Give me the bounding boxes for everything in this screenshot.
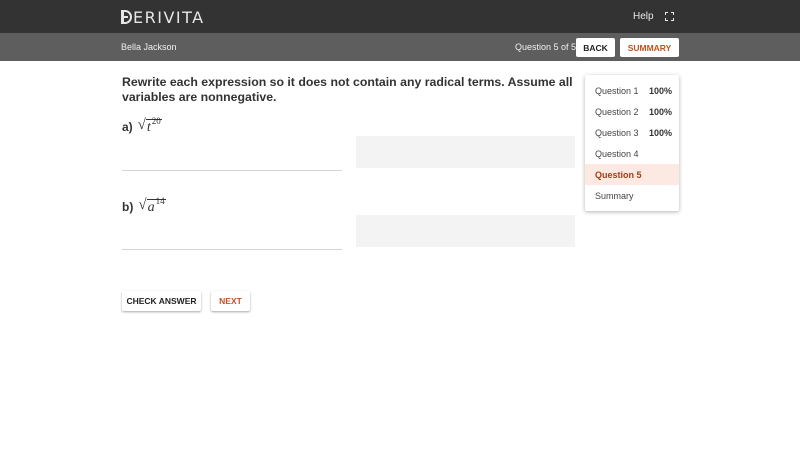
nav-item-score: 100% xyxy=(649,127,673,138)
user-name: Bella Jackson xyxy=(121,42,177,52)
next-button[interactable]: NEXT xyxy=(211,291,250,311)
help-link[interactable]: Help xyxy=(633,11,654,22)
part-a-answer-input[interactable] xyxy=(356,136,575,168)
nav-item-summary[interactable]: Summary xyxy=(585,185,679,206)
nav-item-question-1[interactable]: Question 1 100% xyxy=(585,80,679,101)
part-a-label-group: a) √ t 20 xyxy=(122,116,162,136)
part-a-answer-line xyxy=(122,170,342,171)
nav-item-label: Summary xyxy=(595,190,634,201)
question-navigator: Question 1 100% Question 2 100% Question… xyxy=(585,75,679,211)
fullscreen-icon[interactable] xyxy=(665,12,674,21)
nav-item-question-4[interactable]: Question 4 xyxy=(585,143,679,164)
logo-d-mark-icon xyxy=(121,10,132,24)
part-b-variable: a xyxy=(147,200,155,215)
nav-item-question-2[interactable]: Question 2 100% xyxy=(585,101,679,122)
nav-item-score: 100% xyxy=(649,85,673,96)
sub-header: Bella Jackson Question 5 of 5 BACK SUMMA… xyxy=(0,33,800,61)
part-a-expression: √ t 20 xyxy=(137,116,162,136)
nav-item-score: 100% xyxy=(649,106,673,117)
nav-item-label: Question 2 xyxy=(595,106,639,117)
top-bar: ERIVITA Help xyxy=(0,0,800,33)
part-b-answer-input[interactable] xyxy=(356,215,575,247)
part-a-label: a) xyxy=(122,119,133,134)
check-answer-button[interactable]: CHECK ANSWER xyxy=(122,291,201,311)
question-counter: Question 5 of 5 xyxy=(515,42,577,52)
part-b-exponent: 14 xyxy=(155,196,165,206)
back-button[interactable]: BACK xyxy=(576,38,615,57)
part-a-exponent: 20 xyxy=(151,116,161,126)
part-b-expression: √ a 14 xyxy=(138,196,166,216)
question-prompt: Rewrite each expression so it does not c… xyxy=(122,75,573,104)
part-b-label-group: b) √ a 14 xyxy=(122,196,166,216)
nav-item-question-3[interactable]: Question 3 100% xyxy=(585,122,679,143)
nav-item-label: Question 1 xyxy=(595,85,639,96)
summary-button[interactable]: SUMMARY xyxy=(620,38,679,57)
radical-icon: √ xyxy=(138,197,147,213)
logo-text: ERIVITA xyxy=(133,7,205,27)
part-a-variable: t xyxy=(146,120,151,135)
nav-item-label: Question 5 xyxy=(595,169,642,180)
nav-item-question-5[interactable]: Question 5 xyxy=(585,164,679,185)
part-b-answer-line xyxy=(122,249,342,250)
derivita-logo[interactable]: ERIVITA xyxy=(121,7,205,27)
nav-item-label: Question 4 xyxy=(595,148,639,159)
nav-item-label: Question 3 xyxy=(595,127,639,138)
radical-icon: √ xyxy=(137,117,146,133)
part-b-label: b) xyxy=(122,199,134,214)
